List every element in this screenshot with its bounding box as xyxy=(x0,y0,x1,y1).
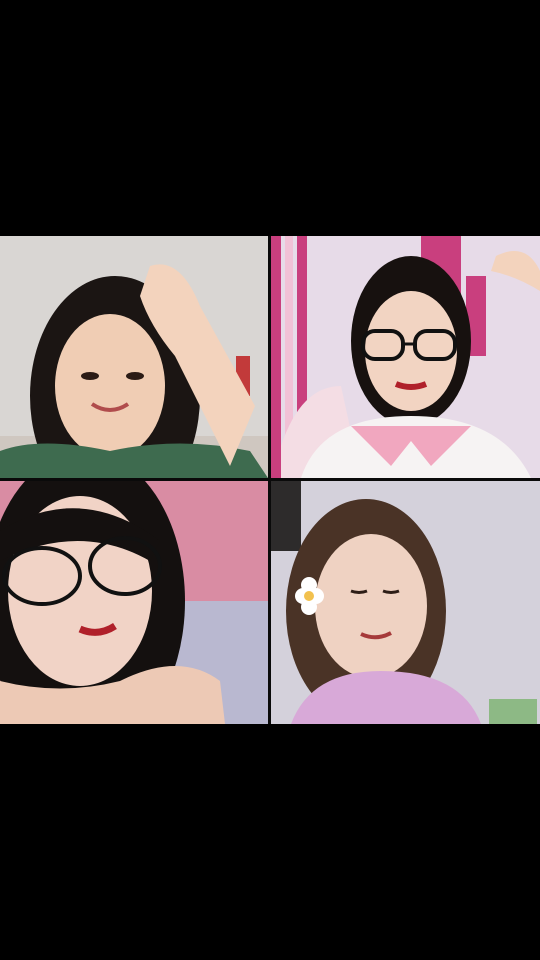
participant-3-video-feed xyxy=(0,481,268,724)
participant-video-3[interactable] xyxy=(0,481,268,724)
bottom-letterbox xyxy=(0,724,540,960)
participant-video-4[interactable] xyxy=(271,481,540,724)
top-letterbox xyxy=(0,0,540,236)
participant-4-video-feed xyxy=(271,481,540,724)
participant-video-1[interactable] xyxy=(0,236,268,478)
participant-video-2[interactable] xyxy=(271,236,540,478)
participant-1-video-feed xyxy=(0,236,268,478)
video-call-screen xyxy=(0,0,540,960)
participant-2-video-feed xyxy=(271,236,540,478)
participant-grid xyxy=(0,236,540,724)
